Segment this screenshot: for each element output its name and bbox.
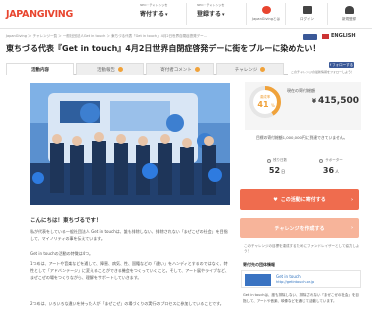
header-divider bbox=[285, 3, 286, 25]
facebook-follow-button[interactable]: f フォローする bbox=[329, 62, 354, 68]
language-label: ENGLISH bbox=[331, 33, 356, 39]
site-header: JAPANGIVING NPO・チャレンジを 寄付する▾ NPO・チャレンジを … bbox=[0, 0, 372, 29]
supporters-unit: 人 bbox=[335, 169, 340, 174]
header-divider bbox=[246, 3, 247, 25]
goal-notice: 目標の寄付総額1,000,000円に到達できていません。 bbox=[256, 135, 348, 140]
login-label: ログイン bbox=[300, 17, 314, 21]
donate-button[interactable]: ♥ この活動に寄付する › bbox=[240, 189, 359, 210]
tab-reports[interactable]: 活動報告 bbox=[76, 63, 144, 75]
breadcrumb[interactable]: JapanGiving ＞ チャレンジ一覧 ＞ 一般社団法人Get in tou… bbox=[6, 34, 207, 39]
organization-card[interactable]: Get in touch http://getintouch.or.jp bbox=[241, 270, 361, 288]
heart-icon bbox=[261, 6, 271, 14]
nav-donate-caption: NPO・チャレンジを bbox=[140, 3, 168, 7]
organization-description: Get in touchは、誰も排除しない、排除されない「まぜこぜの社会」を目指… bbox=[243, 293, 359, 303]
tab-challenges[interactable]: チャレンジ bbox=[216, 63, 284, 75]
tab-label: 活動報告 bbox=[97, 67, 115, 73]
tab-label: チャレンジ bbox=[234, 67, 258, 73]
follow-box: f フォローする このチャレンジの最新情報をフォローしよう！ bbox=[291, 62, 354, 74]
organization-name[interactable]: Get in touch bbox=[276, 274, 301, 279]
raised-label: 現在の寄付総額 bbox=[287, 88, 315, 93]
tab-label: 活動内容 bbox=[31, 67, 49, 73]
header-divider bbox=[327, 3, 328, 25]
nav-register-label: 登録する bbox=[197, 11, 222, 18]
amount-value: 415,500 bbox=[318, 96, 359, 106]
site-logo[interactable]: JAPANGIVING bbox=[6, 9, 73, 20]
body-paragraph: 私が代表をしている一般社団法人 Get in touchは、誰も排除しない、排除… bbox=[30, 229, 228, 241]
clock-icon bbox=[267, 158, 271, 163]
create-challenge-label: チャレンジを作成する bbox=[274, 225, 325, 232]
days-unit: 日 bbox=[281, 169, 286, 174]
header-divider bbox=[186, 3, 187, 25]
nav-register-caption: NPO・チャレンジを bbox=[197, 3, 225, 7]
notification-badge bbox=[118, 67, 123, 72]
group-photo-illustration bbox=[30, 83, 230, 205]
nav-register[interactable]: NPO・チャレンジを 登録する▾ bbox=[197, 3, 225, 18]
tab-comments[interactable]: 寄付者コメント bbox=[146, 63, 214, 75]
notification-badge bbox=[194, 67, 200, 72]
people-icon bbox=[319, 158, 324, 163]
follow-caption: このチャレンジの最新情報をフォローしよう！ bbox=[291, 70, 354, 74]
organization-url[interactable]: http://getintouch.or.jp bbox=[276, 280, 314, 284]
intro-heading: こんにちは！東ちづるです！ bbox=[30, 218, 102, 224]
percent-unit: % bbox=[271, 103, 275, 108]
currency-symbol: ¥ bbox=[311, 98, 316, 105]
lock-icon bbox=[302, 6, 312, 14]
body-paragraph: 1つめは、アートや音楽などを通して、障害、病気、性、国籍などの「違い」をハンディ… bbox=[30, 261, 229, 280]
signup-label: 新規登録 bbox=[342, 17, 356, 21]
facebook-share-button[interactable] bbox=[303, 34, 317, 40]
achieved-label: 達成率 bbox=[260, 94, 271, 99]
progress-ring: 達成率 41 % bbox=[249, 86, 281, 118]
funding-summary: 達成率 41 % 現在の寄付総額 ¥415,500 bbox=[245, 82, 361, 130]
notification-badge bbox=[260, 67, 266, 72]
create-challenge-button[interactable]: チャレンジを作成する › bbox=[240, 218, 359, 238]
days-left-label: 残り日数 bbox=[273, 158, 287, 162]
organization-logo bbox=[245, 274, 271, 286]
tab-label: 寄付者コメント bbox=[160, 67, 192, 73]
about-link[interactable]: JapanGivingとは bbox=[251, 6, 281, 22]
about-label: JapanGivingとは bbox=[252, 17, 280, 21]
days-left: 残り日数 52日 bbox=[250, 158, 304, 180]
donate-button-label: この活動に寄付する bbox=[280, 197, 326, 203]
raised-amount: ¥415,500 bbox=[289, 96, 359, 106]
page-title: 東ちづる代表『Get in touch』4月2日世界自閉症啓発デーに街をブルーに… bbox=[6, 44, 321, 53]
nav-donate[interactable]: NPO・チャレンジを 寄付する▾ bbox=[140, 3, 168, 18]
language-switch[interactable]: ENGLISH bbox=[322, 33, 356, 39]
user-icon bbox=[344, 6, 354, 14]
heart-icon: ♥ bbox=[273, 196, 278, 203]
days-left-value: 52 bbox=[268, 166, 281, 175]
organization-heading: 寄付先の団体情報 bbox=[243, 262, 275, 267]
body-paragraph: 2つめは、いろいろな違いを持った人が「まぜこぜ」の場づくりの実行のプロセスに参加… bbox=[30, 301, 224, 306]
tab-activity[interactable]: 活動内容 bbox=[6, 63, 74, 75]
login-link[interactable]: ログイン bbox=[292, 6, 322, 22]
flag-icon bbox=[322, 33, 329, 39]
challenge-stats: 残り日数 52日 サポーター 36人 bbox=[250, 158, 358, 180]
challenge-photo bbox=[30, 83, 230, 205]
supporters-value: 36 bbox=[322, 166, 335, 175]
content-tabs: 活動内容 活動報告 寄付者コメント チャレンジ bbox=[6, 63, 288, 75]
nav-donate-label: 寄付する bbox=[140, 11, 165, 18]
supporters: サポーター 36人 bbox=[304, 158, 358, 180]
chevron-right-icon: › bbox=[350, 225, 353, 231]
chevron-down-icon: ▾ bbox=[222, 12, 225, 18]
achieved-percent: 41 bbox=[257, 100, 269, 109]
supporters-label: サポーター bbox=[325, 158, 343, 162]
body-paragraph: Get in touchの活動の特徴は4つ。 bbox=[30, 251, 93, 256]
chevron-down-icon: ▾ bbox=[165, 12, 168, 18]
fundraiser-note: このチャレンジの目標を達成するためにファンドレイザーとして協力しよう！ bbox=[244, 244, 360, 253]
signup-link[interactable]: 新規登録 bbox=[334, 6, 364, 22]
chevron-right-icon: › bbox=[350, 196, 353, 203]
